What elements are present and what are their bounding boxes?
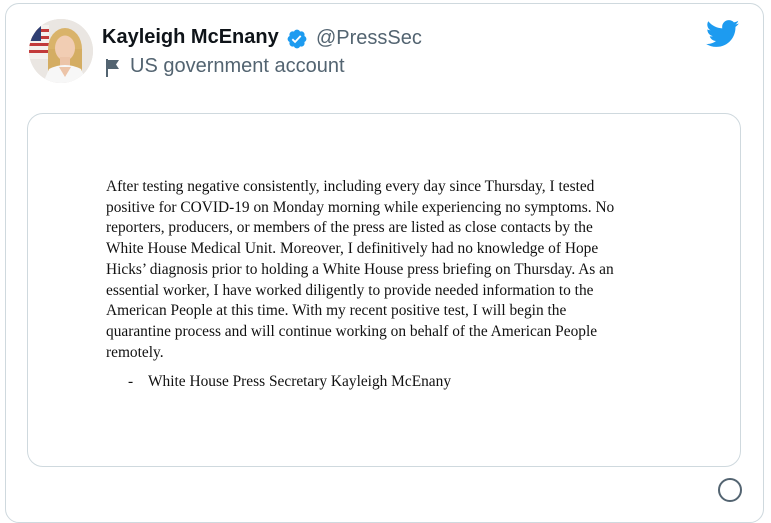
government-account-label: US government account xyxy=(130,55,345,77)
author-avatar[interactable] xyxy=(29,19,93,83)
info-icon[interactable] xyxy=(718,478,742,502)
flag-icon xyxy=(106,59,119,77)
tweet-media-image[interactable]: After testing negative consistently, inc… xyxy=(27,113,741,467)
author-handle[interactable]: @PressSec xyxy=(316,27,422,50)
twitter-bird-icon[interactable] xyxy=(706,20,740,48)
verified-badge-icon xyxy=(287,29,307,49)
tweet-card: Kayleigh McEnany @PressSec US government… xyxy=(5,3,764,523)
author-display-name[interactable]: Kayleigh McEnany xyxy=(102,26,279,49)
signature-dash: - xyxy=(128,373,134,390)
statement-text: After testing negative consistently, inc… xyxy=(106,178,615,361)
statement-signature: White House Press Secretary Kayleigh McE… xyxy=(148,373,452,390)
avatar-image xyxy=(29,19,93,83)
